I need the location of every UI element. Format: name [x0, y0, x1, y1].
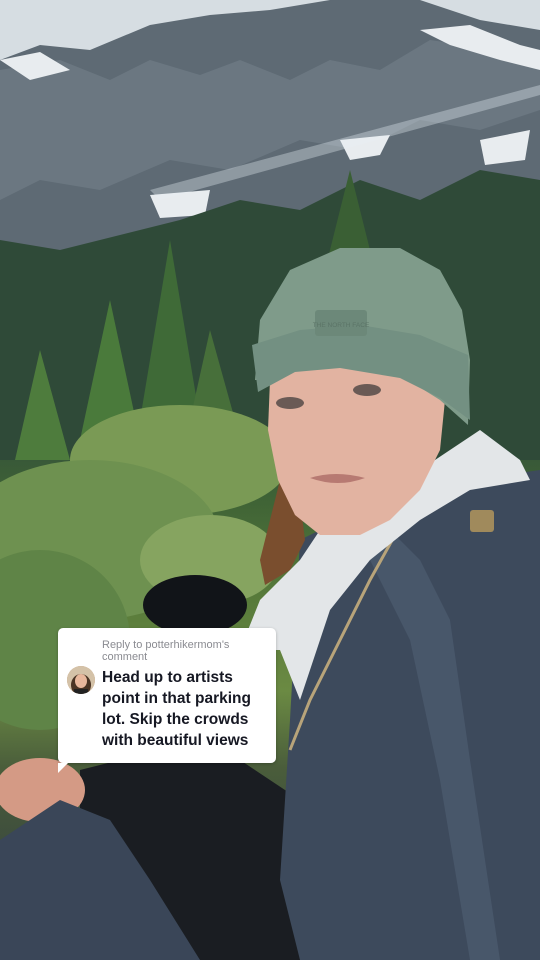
- reply-comment-text: Head up to artists point in that parking…: [102, 669, 251, 749]
- video-stage[interactable]: THE NORTH FACE Reply to potterhikermom's…: [0, 0, 540, 960]
- eye-left: [276, 397, 304, 409]
- reply-card-tail: [58, 763, 68, 773]
- reply-header: Reply to potterhikermom's comment: [102, 639, 230, 663]
- jacket-zipper-pull: [470, 510, 494, 532]
- microphone: [143, 575, 247, 635]
- avatar-image: [67, 666, 95, 694]
- eye-right: [353, 384, 381, 396]
- video-frame: THE NORTH FACE: [0, 0, 540, 960]
- commenter-avatar[interactable]: [67, 666, 95, 694]
- comment-reply-sticker[interactable]: Reply to potterhikermom's comment Head u…: [58, 628, 276, 773]
- beanie-logo-text: THE NORTH FACE: [313, 322, 370, 329]
- video-scene: THE NORTH FACE: [0, 0, 540, 960]
- beanie-logo: THE NORTH FACE: [313, 310, 370, 336]
